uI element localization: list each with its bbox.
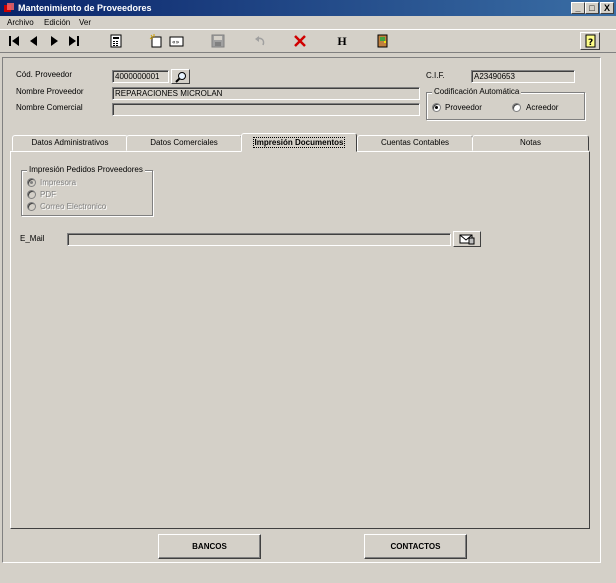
new-document-icon (149, 34, 162, 48)
calculator-button[interactable] (106, 32, 126, 50)
contactos-button[interactable]: CONTACTOS (364, 534, 467, 559)
search-proveedor-button[interactable] (171, 69, 190, 84)
first-icon (9, 36, 19, 46)
cif-label: C.I.F. (426, 71, 445, 80)
undo-icon (255, 36, 265, 46)
svg-text:«»: «» (172, 39, 180, 46)
codificacion-title: Codificación Automática (432, 87, 522, 96)
radio-acreedor[interactable] (512, 103, 521, 112)
menu-archivo[interactable]: Archivo (7, 16, 34, 29)
email-label: E_Mail (20, 234, 45, 243)
radio-acreedor-label: Acreedor (526, 103, 559, 112)
close-button[interactable]: X (600, 2, 614, 14)
tab-datos-comerciales[interactable]: Datos Comerciales (126, 135, 242, 151)
radio-proveedor[interactable] (432, 103, 441, 112)
radio-impresora-label: Impresora (40, 178, 77, 187)
radio-correo[interactable] (27, 202, 36, 211)
cif-input[interactable]: A23490653 (471, 70, 575, 83)
first-record-button[interactable] (4, 32, 24, 50)
next-record-button[interactable] (44, 32, 64, 50)
toolbar: «» H ? (0, 29, 616, 53)
envelope-icon (459, 234, 475, 245)
tab-notas[interactable]: Notas (472, 135, 589, 151)
minimize-button[interactable]: _ (571, 2, 585, 14)
help-button[interactable]: ? (580, 32, 600, 50)
nombre-proveedor-label: Nombre Proveedor (16, 87, 84, 96)
menu-edicion[interactable]: Edición (44, 16, 70, 29)
calculator-icon (110, 34, 122, 48)
cod-proveedor-label: Cód. Proveedor (16, 70, 73, 79)
save-button[interactable] (208, 32, 228, 50)
radio-impresora[interactable] (27, 178, 36, 187)
delete-icon (294, 35, 306, 47)
exit-door-icon (377, 34, 388, 48)
email-input[interactable] (67, 233, 451, 246)
tab-datos-administrativos[interactable]: Datos Administrativos (12, 135, 128, 151)
app-icon (4, 3, 14, 12)
search-icon (174, 71, 186, 83)
last-icon (69, 36, 79, 46)
delete-button[interactable] (290, 32, 310, 50)
menu-bar: Archivo Edición Ver (0, 16, 616, 29)
tab-impresion-label: Impresión Documentos (252, 137, 346, 148)
radio-proveedor-label: Proveedor (445, 103, 482, 112)
prev-record-button[interactable] (24, 32, 44, 50)
active-tab-joiner (242, 150, 356, 153)
tab-cuentas-contables[interactable]: Cuentas Contables (357, 135, 473, 151)
prev-icon (30, 36, 37, 46)
next-icon (51, 36, 58, 46)
last-record-button[interactable] (64, 32, 84, 50)
new-record-button[interactable] (146, 32, 166, 50)
save-icon (211, 34, 225, 48)
nombre-comercial-input[interactable] (112, 103, 420, 116)
cod-proveedor-input[interactable]: 4000000001 (112, 70, 169, 83)
nombre-proveedor-input[interactable]: REPARACIONES MICROLAN (112, 87, 420, 100)
title-bar: Mantenimiento de Proveedores (0, 0, 616, 16)
bancos-button[interactable]: BANCOS (158, 534, 261, 559)
maximize-button[interactable]: □ (585, 2, 599, 14)
nombre-comercial-label: Nombre Comercial (16, 103, 83, 112)
menu-ver[interactable]: Ver (79, 16, 91, 29)
send-email-button[interactable] (453, 231, 481, 247)
exit-button[interactable] (373, 32, 393, 50)
svg-text:?: ? (588, 38, 593, 48)
history-icon: H (337, 33, 347, 48)
duplicate-button[interactable]: «» (167, 32, 187, 50)
impresion-pedidos-title: Impresión Pedidos Proveedores (27, 165, 145, 174)
radio-pdf-label: PDF (40, 190, 56, 199)
radio-correo-label: Correo Electronico (40, 202, 107, 211)
window-title: Mantenimiento de Proveedores (18, 3, 152, 13)
undo-button[interactable] (250, 32, 270, 50)
history-button[interactable]: H (332, 32, 352, 50)
help-icon: ? (585, 34, 596, 48)
duplicate-icon: «» (169, 36, 184, 47)
radio-pdf[interactable] (27, 190, 36, 199)
